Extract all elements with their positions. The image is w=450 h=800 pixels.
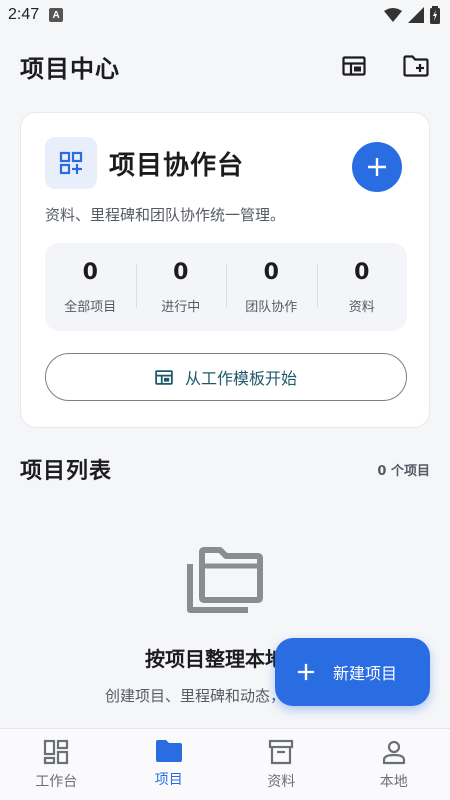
nav-item-local[interactable]: 本地	[338, 729, 450, 800]
stat-materials[interactable]: 0 资料	[316, 259, 408, 315]
stat-label: 进行中	[161, 299, 201, 315]
stat-value: 0	[82, 259, 98, 285]
status-time: 2:47	[8, 6, 40, 23]
wifi-icon	[384, 8, 402, 22]
folder-icon	[155, 740, 182, 762]
workspace-card: 项目协作台 资料、里程碑和团队协作统一管理。 0 全部项目 0 进行中 0 团队…	[20, 112, 430, 428]
notification-badge-icon: A	[49, 8, 64, 22]
dashboard-icon	[44, 739, 69, 765]
nav-item-materials[interactable]: 资料	[225, 729, 338, 800]
stat-label: 资料	[348, 299, 375, 315]
plus-icon	[368, 158, 386, 176]
project-count: 0 个项目	[377, 463, 430, 479]
workspace-icon-box	[45, 137, 97, 189]
nav-item-workbench[interactable]: 工作台	[0, 729, 113, 800]
start-from-template-button[interactable]: 从工作模板开始	[45, 353, 407, 401]
apps-add-icon	[59, 151, 83, 175]
nav-label: 项目	[154, 772, 183, 788]
stat-label: 全部项目	[64, 299, 117, 315]
nav-label: 工作台	[35, 774, 78, 790]
nav-item-projects[interactable]: 项目	[113, 729, 226, 800]
signal-icon	[408, 7, 424, 23]
stats-panel: 0 全部项目 0 进行中 0 团队协作 0 资料	[45, 243, 407, 331]
stat-team-collab[interactable]: 0 团队协作	[226, 260, 317, 315]
layout-icon	[155, 369, 173, 385]
stat-in-progress[interactable]: 0 进行中	[135, 259, 227, 315]
stat-value: 0	[354, 259, 370, 285]
empty-folders-icon	[187, 547, 263, 613]
layout-icon	[342, 56, 366, 76]
card-description: 资料、里程碑和团队协作统一管理。	[45, 206, 286, 224]
battery-icon	[430, 6, 440, 24]
stat-all-projects[interactable]: 0 全部项目	[45, 260, 136, 315]
template-button-label: 从工作模板开始	[184, 369, 297, 388]
project-list-header: 项目列表 0 个项目	[20, 452, 430, 486]
stat-label: 团队协作	[245, 299, 298, 315]
archive-icon	[269, 739, 294, 765]
new-project-label: 新建项目	[333, 664, 398, 683]
app-bar: 项目中心	[0, 40, 450, 92]
card-title: 项目协作台	[109, 151, 245, 181]
stat-value: 0	[263, 259, 279, 285]
plus-icon	[297, 663, 315, 681]
nav-label: 资料	[267, 774, 296, 790]
stat-value: 0	[173, 259, 189, 285]
new-project-fab[interactable]: 新建项目	[275, 638, 430, 706]
page-title: 项目中心	[20, 54, 120, 83]
bottom-navigation: 工作台 项目 资料 本地	[0, 728, 450, 800]
template-layout-button[interactable]	[340, 52, 368, 80]
create-folder-icon	[403, 55, 429, 77]
new-folder-button[interactable]	[402, 52, 430, 80]
person-icon	[382, 740, 405, 765]
section-title: 项目列表	[20, 459, 113, 484]
status-bar: 2:47 A	[0, 0, 450, 30]
nav-label: 本地	[379, 774, 408, 790]
add-project-button[interactable]	[352, 142, 402, 192]
